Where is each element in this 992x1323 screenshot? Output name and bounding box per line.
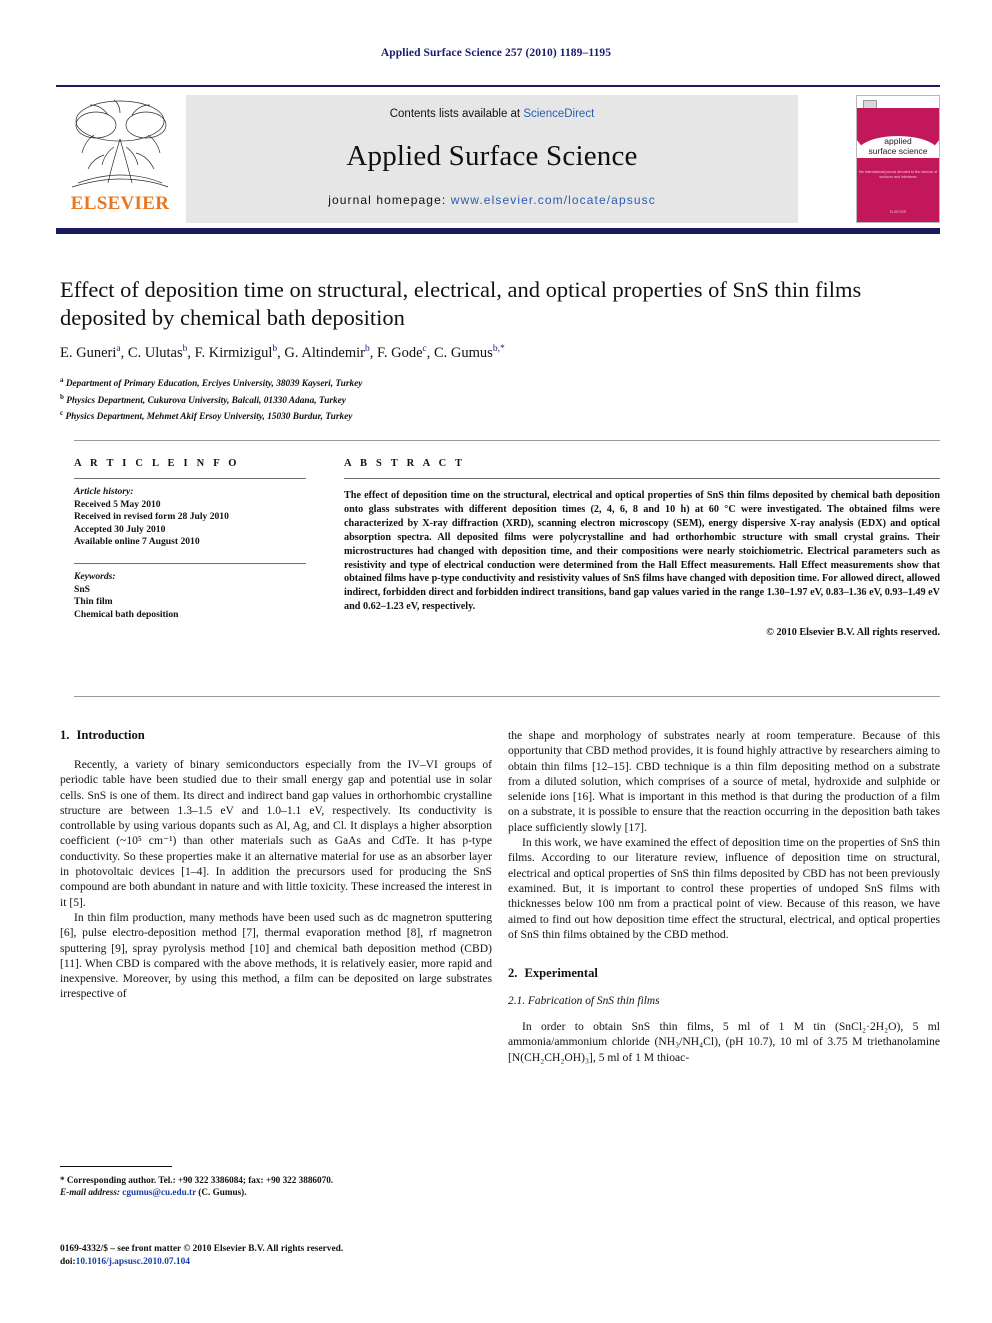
homepage-label: journal homepage: [328, 193, 451, 207]
paragraph: In thin film production, many methods ha… [60, 910, 492, 1001]
author-affil-mark: b,* [492, 344, 505, 354]
cover-title: applied surface science [857, 136, 939, 156]
section-divider-bottom [74, 696, 940, 697]
journal-cover-thumbnail: applied surface science the internationa… [856, 95, 940, 223]
corresponding-author-note: * Corresponding author. Tel.: +90 322 33… [60, 1175, 334, 1185]
footnote-rule [60, 1166, 172, 1167]
email-note: E-mail address: cgumus@cu.edu.tr (C. Gum… [60, 1186, 492, 1198]
journal-homepage-line: journal homepage: www.elsevier.com/locat… [186, 193, 798, 207]
elsevier-logo: ELSEVIER [64, 95, 176, 223]
article-history-block: Article history: Received 5 May 2010 Rec… [74, 486, 306, 549]
author-name: F. Gode [376, 344, 423, 361]
heading-number: 2. [508, 966, 518, 981]
affiliation-mark: c [60, 409, 64, 417]
footnote-block: * Corresponding author. Tel.: +90 322 33… [60, 1174, 492, 1198]
cover-subtitle: the international journal devoted to the… [858, 170, 938, 179]
article-info-rule [74, 478, 306, 479]
cover-title-line2: surface science [868, 146, 928, 156]
affiliation-mark: a [60, 376, 64, 384]
author-name: F. Kirmizigul [194, 344, 273, 361]
author-name: G. Altindemir [284, 344, 365, 361]
author-affil-mark: b [182, 344, 188, 354]
email-link[interactable]: cgumus@cu.edu.tr [122, 1187, 196, 1197]
abstract-heading: A B S T R A C T [344, 458, 466, 469]
doi-label: doi: [60, 1257, 76, 1267]
cover-title-line1: applied [884, 136, 912, 146]
email-owner: (C. Gumus). [198, 1187, 247, 1198]
affiliation-item: b Physics Department, Cukurova Universit… [60, 391, 940, 408]
email-label: E-mail address: [60, 1187, 120, 1198]
masthead-bottom-rule [56, 228, 940, 234]
journal-masthead: ELSEVIER Contents lists available at Sci… [56, 85, 940, 234]
history-item: Received 5 May 2010 [74, 498, 161, 510]
heading-experimental: 2. Experimental [508, 966, 940, 981]
paragraph: the shape and morphology of substrates n… [508, 729, 940, 834]
body-column-left: 1. Introduction Recently, a variety of bi… [60, 728, 492, 1002]
heading-subsection: 2.1. Fabrication of SnS thin films [508, 995, 660, 1008]
cover-footer-mark: ELSEVIER [889, 210, 907, 214]
elsevier-tree-icon [64, 95, 176, 195]
article-info-heading: A R T I C L E I N F O [74, 458, 240, 469]
issn-copyright-line: 0169-4332/$ – see front matter © 2010 El… [60, 1244, 344, 1254]
article-history-label: Article history: [74, 486, 134, 497]
keywords-label: Keywords: [74, 570, 116, 582]
author-affil-mark: b [364, 344, 370, 354]
journal-title: Applied Surface Science [346, 140, 638, 172]
article-info-panel: A R T I C L E I N F O Article history: R… [74, 458, 306, 621]
paragraph: Recently, a variety of binary semiconduc… [60, 758, 492, 909]
contents-prefix: Contents lists available at [389, 108, 524, 120]
keyword-item: SnS [74, 583, 91, 595]
keywords-block: Keywords: SnS Thin film Chemical bath de… [74, 571, 306, 621]
affiliation-text: Department of Primary Education, Erciyes… [65, 379, 363, 390]
heading-number: 1. [60, 728, 70, 742]
author-affil-mark: b [272, 344, 278, 354]
author-affil-mark: c [422, 344, 427, 354]
paragraph: In this work, we have examined the effec… [508, 836, 940, 941]
author-list: E. Guneria, C. Ulutasb, F. Kirmizigulb, … [60, 344, 505, 361]
elsevier-wordmark: ELSEVIER [70, 193, 170, 214]
affiliation-item: a Department of Primary Education, Erciy… [60, 374, 940, 391]
author-name: C. Ulutas [127, 344, 183, 361]
heading-introduction: 1. Introduction [60, 728, 492, 743]
paragraph: In order to obtain SnS thin films, 5 ml … [508, 1020, 940, 1064]
running-head: Applied Surface Science 257 (2010) 1189–… [380, 47, 612, 59]
sciencedirect-link[interactable]: ScienceDirect [523, 108, 594, 120]
article-title: Effect of deposition time on structural,… [60, 277, 862, 330]
abstract-text: The effect of deposition time on the str… [344, 490, 940, 613]
masthead-top-rule [56, 85, 940, 87]
affiliation-list: a Department of Primary Education, Erciy… [60, 374, 940, 424]
abstract-rule [344, 478, 940, 479]
masthead-banner: Contents lists available at ScienceDirec… [186, 95, 798, 223]
paper-page: Applied Surface Science 257 (2010) 1189–… [0, 0, 992, 1323]
history-item: Accepted 30 July 2010 [74, 523, 166, 535]
author-affil-mark: a [116, 344, 121, 354]
homepage-url-link[interactable]: www.elsevier.com/locate/apsusc [451, 193, 656, 207]
affiliation-text: Physics Department, Mehmet Akif Ersoy Un… [65, 412, 353, 423]
doi-link[interactable]: 10.1016/j.apsusc.2010.07.104 [76, 1257, 190, 1267]
abstract-panel: A B S T R A C T The effect of deposition… [344, 458, 940, 638]
affiliation-text: Physics Department, Cukurova University,… [66, 395, 346, 406]
history-item: Received in revised form 28 July 2010 [74, 511, 229, 523]
history-item: Available online 7 August 2010 [74, 536, 200, 548]
affiliation-mark: b [60, 392, 64, 401]
author-name: E. Guneri [60, 344, 117, 361]
abstract-copyright: © 2010 Elsevier B.V. All rights reserved… [766, 627, 940, 639]
author-name: C. Gumus [434, 344, 493, 361]
keyword-item: Chemical bath deposition [74, 608, 179, 620]
body-column-right: the shape and morphology of substrates n… [508, 728, 940, 1065]
affiliation-item: c Physics Department, Mehmet Akif Ersoy … [60, 407, 940, 424]
keywords-rule [74, 562, 306, 564]
contents-list-line: Contents lists available at ScienceDirec… [186, 108, 798, 120]
heading-text: Introduction [76, 728, 145, 742]
doi-line: doi:10.1016/j.apsusc.2010.07.104 [60, 1256, 520, 1269]
section-divider-top [74, 440, 940, 441]
imprint-block: 0169-4332/$ – see front matter © 2010 El… [60, 1243, 520, 1269]
heading-text: Experimental [524, 966, 598, 981]
keyword-item: Thin film [74, 596, 113, 608]
